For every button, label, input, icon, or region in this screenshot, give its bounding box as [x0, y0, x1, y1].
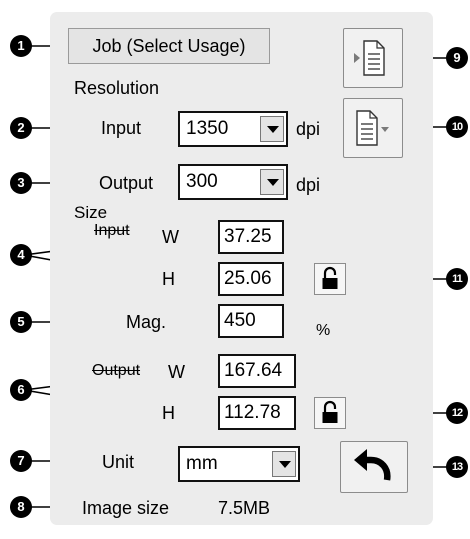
page-dropdown-icon — [356, 110, 389, 146]
input-width-field[interactable]: 37.25 — [218, 220, 284, 254]
input-height-field[interactable]: 25.06 — [218, 262, 284, 296]
output-height-label: H — [162, 402, 175, 424]
callout-badge: 13 — [446, 456, 468, 478]
page-arrow-in-icon — [354, 40, 385, 76]
resolution-input-label: Input — [98, 117, 145, 139]
callout-badge: 7 — [10, 450, 32, 472]
resolution-heading: Resolution — [74, 77, 160, 99]
magnification-label: Mag. — [124, 311, 169, 333]
callout-badge: 5 — [10, 311, 32, 333]
chevron-down-icon[interactable] — [260, 116, 284, 142]
callout-badge: 8 — [10, 496, 32, 518]
callout-badge: 2 — [10, 117, 32, 139]
output-width-label: W — [166, 361, 187, 383]
output-height-field[interactable]: 112.78 — [218, 396, 296, 430]
resolution-output-label: Output — [96, 172, 157, 194]
output-resolution-combo[interactable]: 300 — [178, 164, 288, 200]
input-width-label: W — [160, 226, 181, 248]
unit-label: Unit — [100, 451, 137, 473]
load-settings-button[interactable] — [343, 98, 403, 158]
lock-icon — [322, 400, 338, 423]
input-aspect-lock-button[interactable] — [314, 263, 346, 295]
unit-value: mm — [186, 453, 218, 474]
input-resolution-combo[interactable]: 1350 — [178, 111, 288, 147]
lock-icon — [322, 266, 338, 289]
save-settings-button[interactable] — [343, 28, 403, 88]
callout-badge: 12 — [446, 402, 468, 424]
chevron-down-icon[interactable] — [260, 169, 284, 195]
callout-badge: 9 — [446, 47, 468, 69]
image-size-value: 7.5MB — [218, 497, 271, 519]
callout-badge: 1 — [10, 35, 32, 57]
job-select-usage-button[interactable]: Job (Select Usage) — [68, 28, 270, 64]
input-dpi-unit: dpi — [296, 118, 321, 140]
chevron-down-icon[interactable] — [272, 451, 296, 477]
callout-badge: 4 — [10, 244, 32, 266]
unit-combo[interactable]: mm — [178, 446, 300, 482]
callout-badge: 11 — [446, 268, 468, 290]
reset-button[interactable] — [340, 441, 408, 493]
callout-badge: 10 — [446, 116, 468, 138]
output-dpi-unit: dpi — [296, 174, 321, 196]
output-aspect-lock-button[interactable] — [314, 397, 346, 429]
callout-badge: 3 — [10, 172, 32, 194]
input-height-label: H — [162, 268, 175, 290]
callout-badge: 6 — [10, 379, 32, 401]
undo-arrow-icon — [354, 449, 391, 481]
size-input-label: Input — [94, 222, 130, 239]
size-output-label: Output — [92, 362, 141, 379]
output-width-field[interactable]: 167.64 — [218, 354, 296, 388]
image-size-label: Image size — [80, 497, 172, 519]
output-resolution-value: 300 — [186, 171, 218, 192]
size-heading: Size — [74, 203, 108, 222]
input-resolution-value: 1350 — [186, 118, 229, 139]
magnification-field[interactable]: 450 — [218, 304, 284, 338]
magnification-percent-unit: % — [316, 322, 331, 339]
